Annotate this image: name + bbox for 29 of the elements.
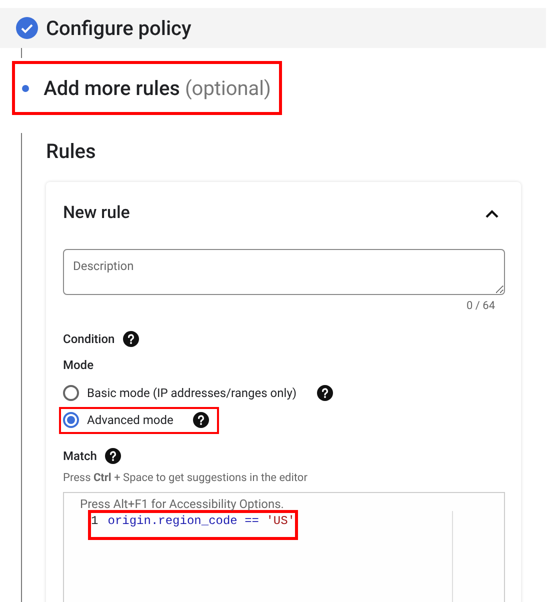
mode-label: Mode <box>63 356 94 374</box>
code-text: origin.region_code == 'US' <box>108 513 295 530</box>
help-icon[interactable] <box>193 412 210 428</box>
match-label: Match <box>63 448 97 464</box>
mode-label-text: Basic mode (IP addresses/ranges only) <box>87 385 297 402</box>
character-counter: 0 / 64 <box>466 298 495 314</box>
mode-option[interactable]: Advanced mode <box>59 406 220 434</box>
help-icon[interactable] <box>104 448 121 464</box>
radio-button[interactable] <box>63 412 79 428</box>
match-hint: Press Ctrl + Space to get suggestions in the editor <box>63 470 308 486</box>
radio-button[interactable] <box>63 385 79 401</box>
step-title: Configure policy <box>46 15 192 42</box>
accessibility-hint: Press Alt+F1 for Accessibility Options. <box>80 496 284 513</box>
condition-label: Condition <box>63 330 115 348</box>
step-title: Add more rules (optional) <box>44 75 271 102</box>
help-icon[interactable] <box>122 330 139 346</box>
description-field[interactable]: Description <box>63 249 505 295</box>
section-title: Rules <box>46 138 97 165</box>
check-circle-icon <box>16 17 38 39</box>
code-editor[interactable]: Press Alt+F1 for Accessibility Options. 1 origin.region_code == 'US' <box>63 492 505 602</box>
mode-label-text: Advanced mode <box>87 412 174 429</box>
chevron-up-icon[interactable] <box>485 209 499 218</box>
help-icon[interactable] <box>316 385 333 401</box>
dot-icon <box>22 84 30 92</box>
card-title: New rule <box>63 202 130 225</box>
step-row[interactable]: Add more rules (optional) <box>12 61 282 115</box>
line-number: 1 <box>91 513 100 530</box>
mode-option[interactable]: Basic mode (IP addresses/ranges only) <box>59 380 343 406</box>
step-row[interactable]: Configure policy <box>12 1 202 55</box>
